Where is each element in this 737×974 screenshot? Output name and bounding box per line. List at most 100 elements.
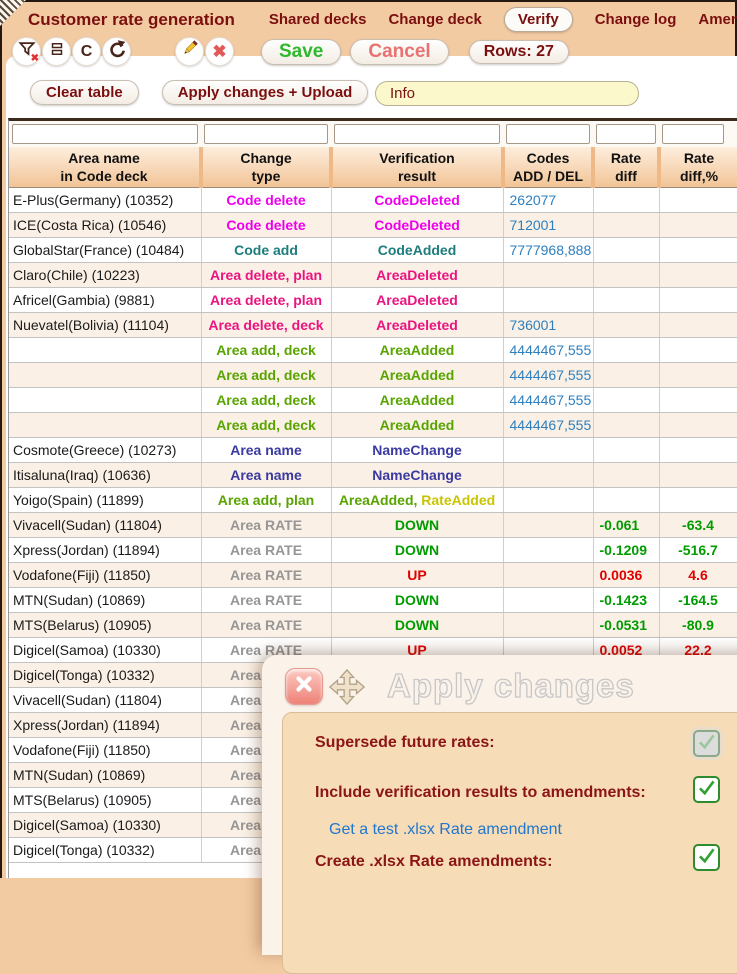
cell-verification-result: AreaDeleted [331, 313, 503, 338]
table-row[interactable]: MTN(Sudan) (10869)Area RATEDOWN-0.1423-1… [9, 588, 737, 613]
table-row[interactable]: Xpress(Jordan) (11894)Area RATEDOWN-0.12… [9, 538, 737, 563]
copy-c-icon: C [81, 43, 93, 61]
table-row[interactable]: MTS(Belarus) (10905)Area RATEDOWN-0.0531… [9, 613, 737, 638]
delete-row-button[interactable]: ✖ [205, 37, 234, 66]
result-part: RateAdded [421, 492, 495, 508]
cell-codes [503, 588, 593, 613]
table-row[interactable]: Yoigo(Spain) (11899)Area add, planAreaAd… [9, 488, 737, 513]
modal-move-handle[interactable] [328, 668, 366, 706]
clear-table-button[interactable]: Clear table [30, 80, 139, 105]
check-icon [696, 777, 717, 803]
table-row[interactable]: Area add, deck AreaAdded 4444467,555 [9, 388, 737, 413]
table-row[interactable]: ICE(Costa Rica) (10546)Code deleteCodeDe… [9, 213, 737, 238]
table-row[interactable]: E-Plus(Germany) (10352)Code deleteCodeDe… [9, 188, 737, 213]
include-verification-checkbox[interactable] [693, 776, 720, 803]
filter-input[interactable] [662, 124, 724, 144]
info-field[interactable]: Info [375, 81, 639, 106]
table-row[interactable]: Nuevatel(Bolivia) (11104)Area delete, de… [9, 313, 737, 338]
toolbar: ✖ C ✖ Save Cancel Rows: 27 [12, 37, 569, 66]
cell-area-name: Vodafone(Fiji) (11850) [9, 563, 201, 588]
table-row[interactable]: Itisaluna(Iraq) (10636)Area nameNameChan… [9, 463, 737, 488]
cell-codes [503, 263, 593, 288]
filter-input[interactable] [334, 124, 500, 144]
cell-verification-result: CodeDeleted [331, 213, 503, 238]
cell-area-name: MTS(Belarus) (10905) [9, 613, 201, 638]
cell-rate-diff-pct [659, 388, 737, 413]
tab-shared-decks[interactable]: Shared decks [269, 11, 367, 28]
apply-changes-modal: Apply changes Supersede future rates: In… [262, 655, 737, 955]
tab-amendments[interactable]: Amendments [698, 11, 737, 28]
table-row[interactable]: GlobalStar(France) (10484)Code addCodeAd… [9, 238, 737, 263]
create-xlsx-checkbox[interactable] [693, 844, 720, 871]
cell-area-name: MTN(Sudan) (10869) [9, 763, 201, 788]
cell-codes [503, 288, 593, 313]
nav-tabs: Shared decks Change deck Verify Change l… [269, 7, 737, 32]
filter-input[interactable] [12, 124, 198, 144]
cell-verification-result: CodeAdded [331, 238, 503, 263]
cell-area-name: Digicel(Samoa) (10330) [9, 638, 201, 663]
cell-area-name: Yoigo(Spain) (11899) [9, 488, 201, 513]
edit-pencil-icon [180, 39, 200, 64]
table-row[interactable]: Africel(Gambia) (9881)Area delete, planA… [9, 288, 737, 313]
table-header-row: Area name in Code deckChange typeVerific… [9, 147, 737, 188]
cell-area-name: Vivacell(Sudan) (11804) [9, 513, 201, 538]
cell-codes: 262077 [503, 188, 593, 213]
rows-layout-button[interactable] [42, 37, 71, 66]
cell-codes: 736001 [503, 313, 593, 338]
filter-input[interactable] [204, 124, 328, 144]
cancel-button[interactable]: Cancel [350, 39, 448, 65]
table-row[interactable]: Vodafone(Fiji) (11850)Area RATEUP0.00364… [9, 563, 737, 588]
apply-changes-upload-button[interactable]: Apply changes + Upload [162, 80, 369, 105]
cell-rate-diff-pct [659, 188, 737, 213]
filter-clear-button[interactable]: ✖ [12, 37, 41, 66]
cell-rate-diff-pct [659, 263, 737, 288]
cell-codes [503, 463, 593, 488]
filter-input[interactable] [506, 124, 590, 144]
table-row[interactable]: Area add, deckAreaAdded4444467,555 [9, 338, 737, 363]
check-icon [696, 731, 717, 757]
cell-verification-result: AreaDeleted [331, 263, 503, 288]
cell-area-name: Africel(Gambia) (9881) [9, 288, 201, 313]
cell-area-name: MTS(Belarus) (10905) [9, 788, 201, 813]
save-button[interactable]: Save [261, 39, 341, 65]
tab-change-deck[interactable]: Change deck [388, 11, 481, 28]
copy-button[interactable]: C [72, 37, 101, 66]
cell-verification-result: AreaAdded [331, 388, 503, 413]
cell-verification-result: AreaAdded [331, 338, 503, 363]
modal-close-button[interactable] [285, 668, 323, 705]
result-part: NameChange [372, 442, 461, 458]
column-header: Rate diff [593, 147, 659, 188]
cell-verification-result: AreaDeleted [331, 288, 503, 313]
cell-change-type: Area add, deck [201, 388, 331, 413]
cell-change-type: Area add, deck [201, 363, 331, 388]
refresh-button[interactable] [102, 37, 131, 66]
cell-verification-result: NameChange [331, 463, 503, 488]
result-part: AreaAdded [380, 392, 455, 408]
result-part: AreaDeleted [376, 317, 458, 333]
filter-input[interactable] [596, 124, 656, 144]
edit-button[interactable] [175, 37, 204, 66]
cell-rate-diff [593, 263, 659, 288]
cell-codes [503, 538, 593, 563]
table-row[interactable]: Area add, deckAreaAdded4444467,555 [9, 363, 737, 388]
cell-codes [503, 488, 593, 513]
table-row[interactable]: Cosmote(Greece) (10273)Area nameNameChan… [9, 438, 737, 463]
cell-change-type: Area name [201, 463, 331, 488]
tab-verify[interactable]: Verify [504, 7, 573, 32]
cell-change-type: Code delete [201, 213, 331, 238]
table-row[interactable]: Area add, deckAreaAdded4444467,555 [9, 413, 737, 438]
test-amendment-link[interactable]: Get a test .xlsx Rate amendment [329, 821, 562, 839]
result-part: UP [407, 567, 426, 583]
table-row[interactable]: Claro(Chile) (10223)Area delete, planAre… [9, 263, 737, 288]
include-verification-label: Include verification results to amendmen… [315, 784, 646, 802]
cell-rate-diff [593, 413, 659, 438]
cell-area-name: GlobalStar(France) (10484) [9, 238, 201, 263]
tab-change-log[interactable]: Change log [595, 11, 677, 28]
supersede-checkbox[interactable] [693, 730, 720, 757]
cell-verification-result: DOWN [331, 513, 503, 538]
table-row[interactable]: Vivacell(Sudan) (11804)Area RATEDOWN-0.0… [9, 513, 737, 538]
cell-rate-diff [593, 188, 659, 213]
cell-rate-diff: -0.0531 [593, 613, 659, 638]
cell-codes: 4444467,555 [503, 388, 593, 413]
cell-area-name: Xpress(Jordan) (11894) [9, 713, 201, 738]
